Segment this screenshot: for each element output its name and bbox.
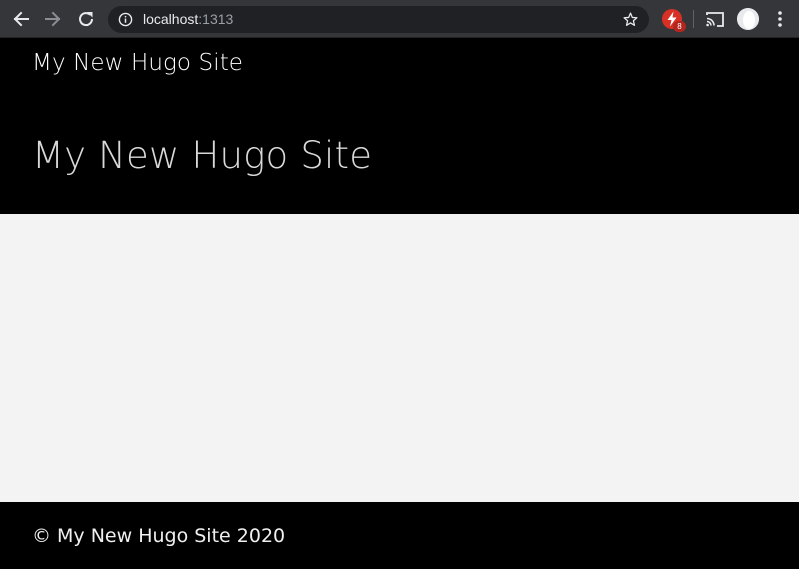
toolbar-divider <box>693 10 694 28</box>
site-brand-link[interactable]: My New Hugo Site <box>32 50 243 76</box>
arrow-left-icon <box>13 11 29 27</box>
browser-toolbar: localhost:1313 8 <box>0 0 799 38</box>
site-footer: © My New Hugo Site 2020 <box>0 502 799 569</box>
url-port: :1313 <box>198 11 234 27</box>
copyright-text: © My New Hugo Site 2020 <box>32 525 286 547</box>
address-bar[interactable]: localhost:1313 <box>108 6 649 33</box>
star-icon[interactable] <box>622 11 639 28</box>
cast-icon[interactable] <box>705 10 725 28</box>
back-button[interactable] <box>9 7 33 31</box>
page-title: My New Hugo Site <box>32 134 373 177</box>
arrow-right-icon <box>45 11 61 27</box>
user-icon <box>737 8 759 30</box>
main-content <box>0 214 799 502</box>
reload-icon <box>79 12 94 27</box>
url-host: localhost <box>143 11 199 27</box>
url-text[interactable]: localhost:1313 <box>143 11 233 28</box>
info-icon[interactable] <box>118 12 133 27</box>
extension-badge: 8 <box>673 21 686 32</box>
profile-avatar[interactable] <box>737 8 759 30</box>
reload-button[interactable] <box>74 7 98 31</box>
forward-button[interactable] <box>41 7 65 31</box>
more-vert-icon[interactable] <box>773 9 787 29</box>
site-header: My New Hugo Site My New Hugo Site <box>0 38 799 214</box>
